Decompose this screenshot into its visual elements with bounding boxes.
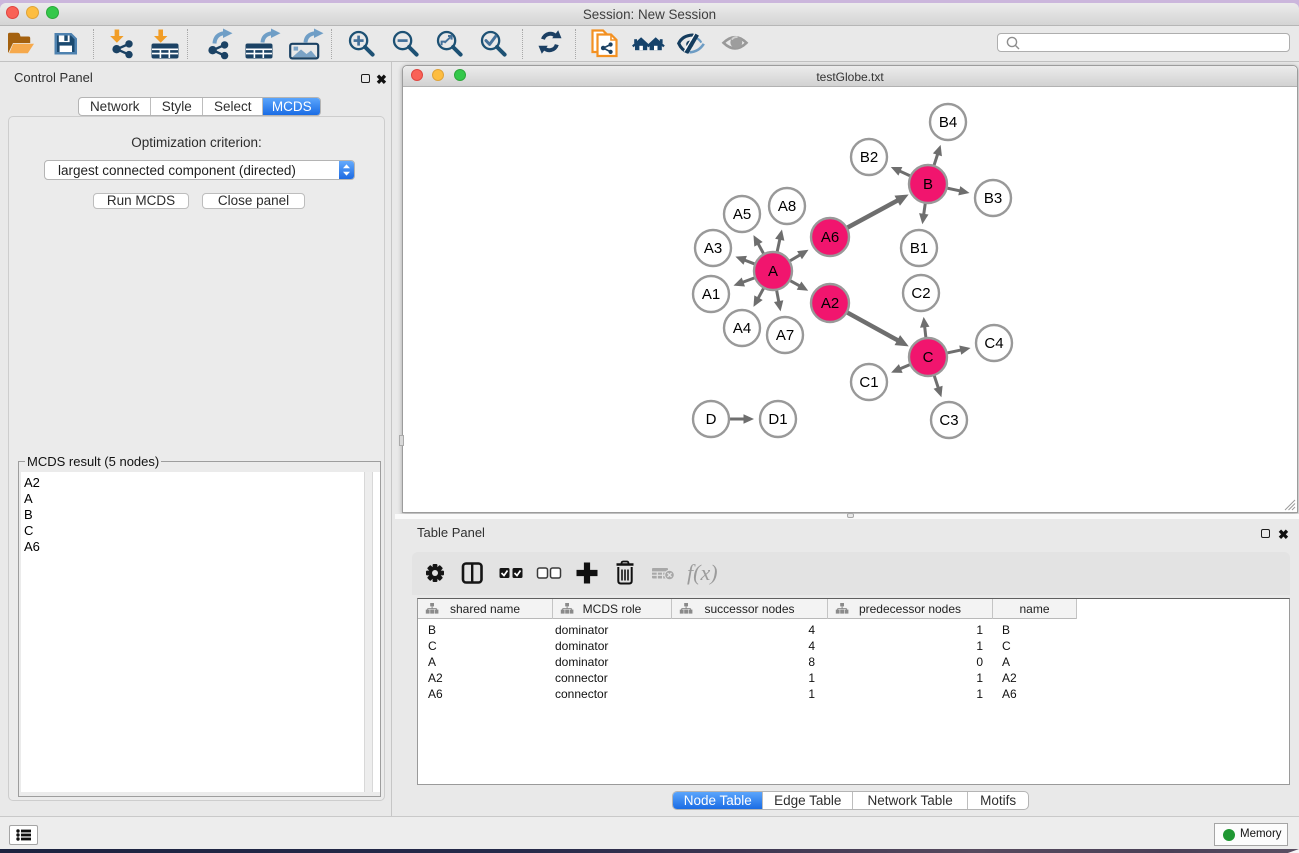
svg-text:A8: A8: [778, 198, 796, 215]
svg-text:A1: A1: [702, 286, 720, 303]
svg-text:C2: C2: [911, 285, 930, 302]
svg-text:B4: B4: [939, 114, 957, 131]
svg-text:B3: B3: [984, 190, 1002, 207]
svg-text:C: C: [923, 349, 934, 366]
svg-text:A7: A7: [776, 327, 794, 344]
svg-text:A6: A6: [821, 229, 839, 246]
svg-text:D: D: [706, 411, 717, 428]
svg-text:A4: A4: [733, 320, 751, 337]
svg-text:A: A: [768, 263, 778, 280]
svg-text:A2: A2: [821, 295, 839, 312]
svg-text:B2: B2: [860, 149, 878, 166]
svg-text:A3: A3: [704, 240, 722, 257]
svg-text:C3: C3: [939, 412, 958, 429]
svg-text:C4: C4: [984, 335, 1003, 352]
svg-text:f(x): f(x): [687, 560, 718, 585]
svg-text:A5: A5: [733, 206, 751, 223]
svg-text:B1: B1: [910, 240, 928, 257]
svg-text:D1: D1: [768, 411, 787, 428]
svg-text:B: B: [923, 176, 933, 193]
svg-text:C1: C1: [859, 374, 878, 391]
